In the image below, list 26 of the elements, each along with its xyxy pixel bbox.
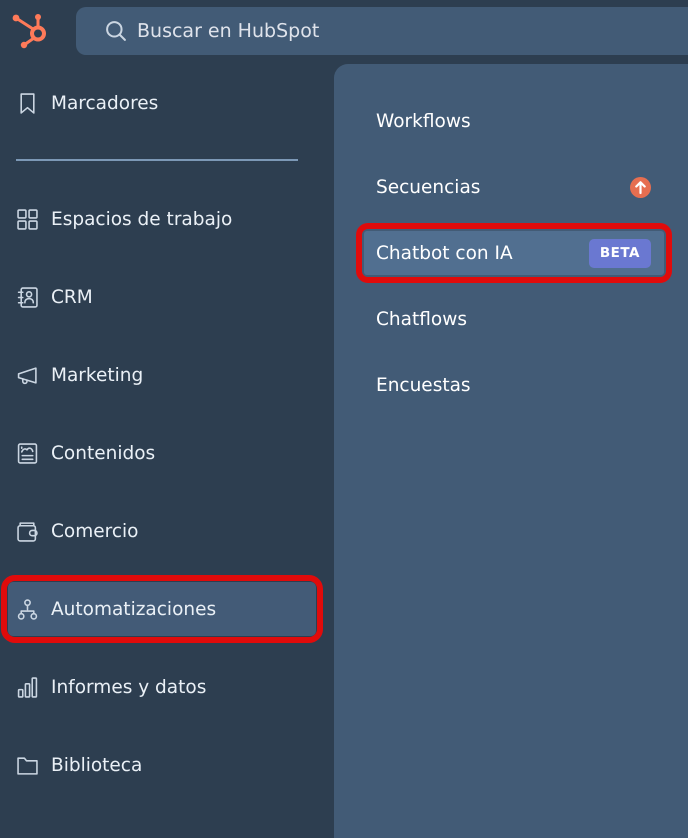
sidebar-item[interactable]: Contenidos bbox=[8, 426, 316, 480]
search-field[interactable]: Buscar en HubSpot bbox=[76, 7, 688, 55]
grid-icon bbox=[17, 208, 38, 230]
sidebar-item[interactable]: Marketing bbox=[8, 348, 316, 402]
submenu-item[interactable]: Chatbot con IA BETA bbox=[364, 231, 664, 275]
search-icon bbox=[106, 21, 126, 41]
document-icon bbox=[17, 442, 38, 464]
label-badge: BETA bbox=[588, 238, 651, 268]
sidebar-item[interactable]: CRM bbox=[8, 270, 316, 324]
sidebar-item[interactable]: Comercio bbox=[8, 504, 316, 558]
submenu-item[interactable]: Chatflows bbox=[364, 297, 664, 341]
sidebar-item[interactable]: Biblioteca bbox=[8, 738, 316, 792]
sidebar-item[interactable]: Espacios de trabajo bbox=[8, 192, 316, 246]
folder-icon bbox=[17, 754, 38, 776]
megaphone-icon bbox=[17, 364, 38, 386]
sprocket-logo[interactable] bbox=[12, 13, 48, 49]
sidebar-item[interactable]: Informes y datos bbox=[8, 660, 316, 714]
submenu-item[interactable]: Secuencias bbox=[364, 165, 664, 209]
hierarchy-icon bbox=[17, 598, 38, 620]
submenu-item[interactable]: Workflows bbox=[364, 99, 664, 143]
sidebar-item[interactable]: Automatizaciones bbox=[8, 582, 316, 636]
contact-card-icon bbox=[17, 286, 38, 308]
submenu-item[interactable]: Encuestas bbox=[364, 363, 664, 407]
sidebar-item[interactable]: Marcadores bbox=[8, 76, 316, 130]
wallet-icon bbox=[17, 520, 38, 542]
bar-chart-icon bbox=[17, 676, 38, 698]
